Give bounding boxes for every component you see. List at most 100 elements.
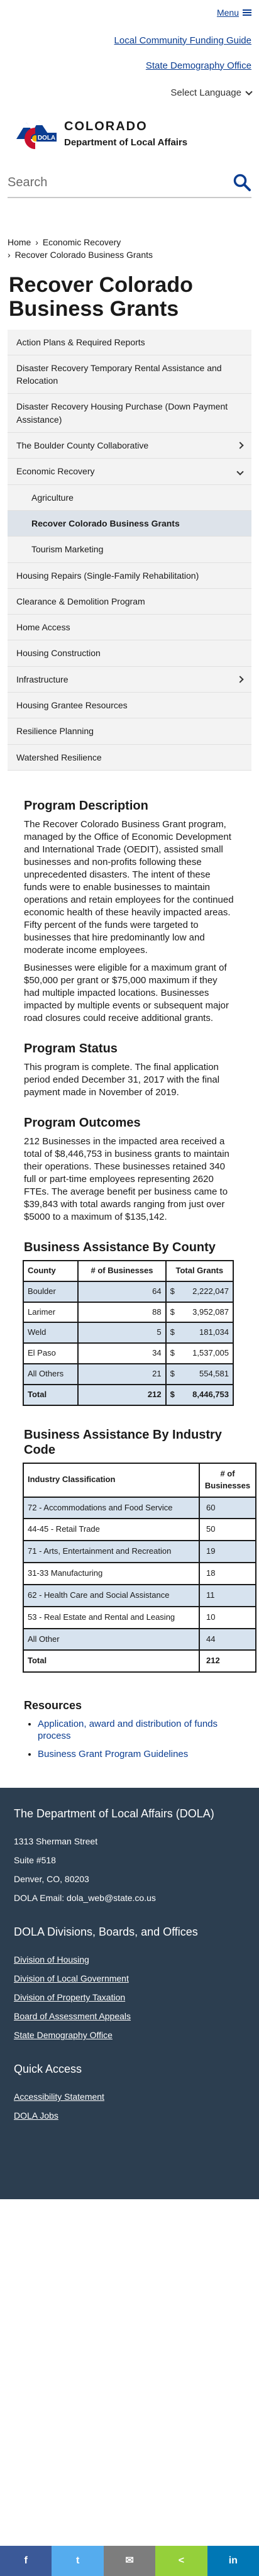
industry-cell: 31-33 Manufacturing [23, 1562, 200, 1585]
program-outcomes-text: 212 Businesses in the impacted area rece… [24, 1135, 229, 1222]
twitter-share-button[interactable]: t [52, 2546, 104, 2576]
language-select[interactable]: Select Language [170, 86, 253, 100]
currency-cell: $ [165, 1301, 179, 1324]
footer-link-demography-office[interactable]: State Demography Office [14, 2026, 245, 2044]
industry-cell: 72 - Accommodations and Food Service [23, 1496, 200, 1520]
breadcrumb-home[interactable]: Home [8, 237, 31, 247]
table-header-row: County # of Businesses Total Grants [22, 1259, 234, 1282]
breadcrumb-separator: › [35, 237, 38, 247]
footer-address-line: Denver, CO, 80203 [14, 1874, 89, 1885]
nav-item-rental-assistance[interactable]: Disaster Recovery Temporary Rental Assis… [8, 355, 251, 394]
amount-cell: 2,222,047 [178, 1280, 234, 1303]
program-eligibility-text: Businesses were eligible for a maximum g… [24, 962, 229, 1023]
footer-link-property-taxation[interactable]: Division of Property Taxation [14, 1988, 245, 2007]
currency-cell: $ [165, 1322, 179, 1344]
count-cell: 50 [199, 1518, 256, 1542]
industry-table: Industry Classification # of Businesses … [23, 1462, 256, 1673]
nav-item-infrastructure[interactable]: Infrastructure [8, 667, 251, 693]
footer-email-link[interactable]: dola_web@state.co.us [67, 1893, 156, 1903]
table-row: 53 - Real Estate and Rental and Leasing 1… [23, 1605, 256, 1629]
nav-item-watershed-resilience[interactable]: Watershed Resilience [8, 745, 251, 771]
chevron-down-icon [236, 467, 244, 476]
nav-item-home-access[interactable]: Home Access [8, 615, 251, 641]
resources-heading: Resources [24, 1699, 82, 1712]
nav-item-grantee-resources[interactable]: Housing Grantee Resources [8, 693, 251, 719]
nav-item-housing-repairs[interactable]: Housing Repairs (Single-Family Rehabilit… [8, 563, 251, 589]
linkedin-share-button[interactable]: in [207, 2546, 259, 2576]
nav-item-label: Economic Recovery [16, 466, 95, 477]
nav-item-business-grants[interactable]: Recover Colorado Business Grants [8, 510, 251, 537]
nav-item-economic-recovery[interactable]: Economic Recovery [8, 459, 251, 485]
section-nav: Action Plans & Required Reports Disaster… [8, 329, 251, 771]
footer-link-accessibility[interactable]: Accessibility Statement [14, 2087, 245, 2106]
search-icon[interactable] [233, 173, 251, 192]
main-content: Program Description The Recover Colorado… [22, 798, 256, 1760]
county-cell: El Paso [22, 1342, 79, 1365]
share-icon: < [178, 2555, 185, 2567]
footer-quick-access: Quick Access Accessibility Statement DOL… [14, 2062, 245, 2125]
program-description-text: The Recover Colorado Business Grant prog… [24, 818, 234, 956]
nav-item-label: Home Access [16, 622, 70, 633]
program-description-heading: Program Description [24, 798, 148, 813]
logo-subtitle: Department of Local Affairs [64, 137, 188, 148]
count-cell: 10 [199, 1605, 256, 1629]
footer-quick-heading: Quick Access [14, 2063, 82, 2076]
count-cell: 212 [77, 1384, 167, 1406]
currency-cell: $ [165, 1363, 179, 1385]
site-footer: The Department of Local Affairs (DOLA) 1… [0, 1788, 259, 2200]
table-row: 31-33 Manufacturing 18 [23, 1562, 256, 1585]
nav-item-label: Infrastructure [16, 674, 69, 684]
site-logo[interactable]: DOLA COLORADO Department of Local Affair… [0, 100, 259, 158]
nav-item-agriculture[interactable]: Agriculture [8, 485, 251, 511]
count-cell: 18 [199, 1562, 256, 1585]
table-row: Larimer 88 $ 3,952,087 [22, 1301, 234, 1324]
list-item: Application, award and distribution of f… [38, 1718, 235, 1742]
nav-item-clearance-demolition[interactable]: Clearance & Demolition Program [8, 589, 251, 615]
hamburger-icon [243, 9, 251, 16]
facebook-share-button[interactable]: f [0, 2546, 52, 2576]
column-header-businesses: # of Businesses [77, 1259, 167, 1282]
footer-address-line: 1313 Sherman Street [14, 1836, 98, 1847]
menu-button[interactable]: Menu [217, 6, 251, 19]
table-row: All Others 21 $ 554,581 [22, 1363, 234, 1385]
nav-item-boulder-collaborative[interactable]: The Boulder County Collaborative [8, 433, 251, 459]
program-status-heading: Program Status [24, 1041, 118, 1056]
nav-item-action-plans[interactable]: Action Plans & Required Reports [8, 330, 251, 355]
industry-cell: 71 - Arts, Entertainment and Recreation [23, 1540, 200, 1564]
resources-section: Resources Application, award and distrib… [24, 1698, 235, 1760]
footer-contact: The Department of Local Affairs (DOLA) 1… [14, 1807, 245, 1907]
nav-item-tourism-marketing[interactable]: Tourism Marketing [8, 537, 251, 563]
county-table: County # of Businesses Total Grants Boul… [22, 1259, 234, 1406]
demography-office-link[interactable]: State Demography Office [8, 59, 251, 73]
resource-link-guidelines[interactable]: Business Grant Program Guidelines [38, 1749, 188, 1759]
twitter-icon: t [75, 2555, 80, 2567]
table-row: 71 - Arts, Entertainment and Recreation 1… [23, 1540, 256, 1564]
share-button[interactable]: < [155, 2546, 207, 2576]
nav-item-resilience-planning[interactable]: Resilience Planning [8, 718, 251, 745]
search-input[interactable] [8, 175, 209, 190]
email-share-button[interactable]: ✉ [103, 2546, 156, 2576]
nav-item-label: Housing Construction [16, 648, 101, 659]
nav-item-housing-purchase[interactable]: Disaster Recovery Housing Purchase (Down… [8, 394, 251, 433]
footer-link-local-government[interactable]: Division of Local Government [14, 1969, 245, 1988]
footer-link-jobs[interactable]: DOLA Jobs [14, 2106, 245, 2125]
currency-cell: $ [165, 1342, 179, 1365]
table-row: 62 - Health Care and Social Assistance 11 [23, 1583, 256, 1607]
footer-link-assessment-appeals[interactable]: Board of Assessment Appeals [14, 2007, 245, 2026]
nav-item-label: Housing Repairs (Single-Family Rehabilit… [16, 570, 199, 581]
program-outcomes-heading: Program Outcomes [24, 1115, 141, 1130]
county-cell: Weld [22, 1322, 79, 1344]
county-cell: Total [22, 1384, 79, 1406]
footer-link-housing[interactable]: Division of Housing [14, 1950, 245, 1969]
nav-item-label: Agriculture [31, 492, 74, 503]
chevron-right-icon [236, 442, 244, 449]
nav-item-housing-construction[interactable]: Housing Construction [8, 640, 251, 667]
resource-link-application-process[interactable]: Application, award and distribution of f… [38, 1719, 218, 1741]
list-item: Business Grant Program Guidelines [38, 1748, 235, 1760]
community-funding-link[interactable]: Local Community Funding Guide [8, 34, 251, 48]
resources-list: Application, award and distribution of f… [38, 1718, 235, 1760]
nav-item-label: Disaster Recovery Temporary Rental Assis… [16, 362, 222, 386]
chevron-down-icon [245, 88, 253, 96]
nav-item-label: Clearance & Demolition Program [16, 596, 145, 606]
breadcrumb-economic-recovery[interactable]: Economic Recovery [43, 237, 121, 247]
